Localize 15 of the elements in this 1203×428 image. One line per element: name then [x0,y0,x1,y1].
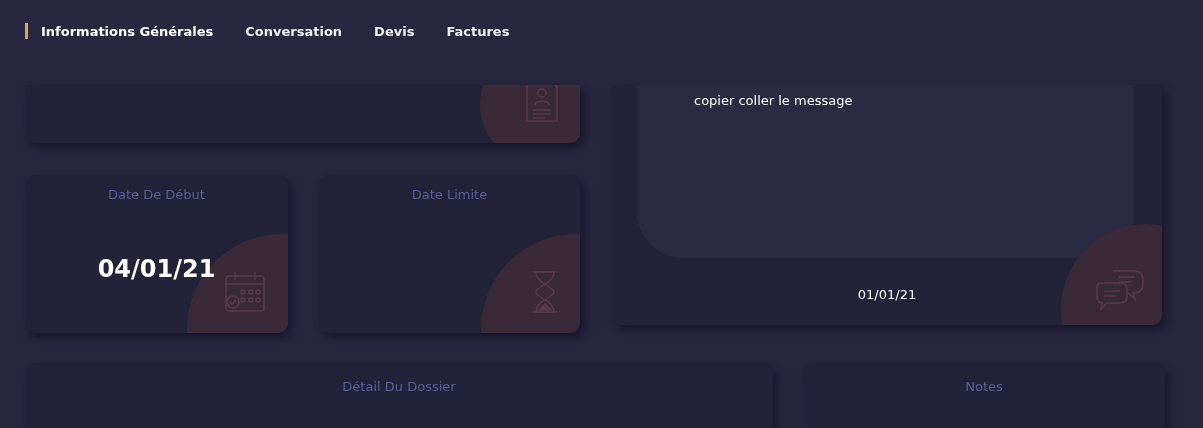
tab[interactable]: Conversation [245,22,343,41]
card-label: Date De Début [107,187,206,202]
message-date: 01/01/21 [856,287,918,302]
hourglass-icon [531,270,559,314]
card-label: Date Limite [410,187,489,202]
message-text: copier coller le message [694,93,853,108]
tab[interactable]: Informations Générales [25,22,214,41]
calendar-icon [223,270,267,314]
profile-document-icon [525,85,559,123]
panel-title: Notes [964,379,1004,394]
date-value: 04/01/21 [96,255,217,283]
tab[interactable]: Factures [446,22,510,41]
panel-title: Détail Du Dossier [341,379,457,394]
chat-bubbles-icon [1095,267,1145,313]
tab[interactable]: Devis [374,22,415,41]
